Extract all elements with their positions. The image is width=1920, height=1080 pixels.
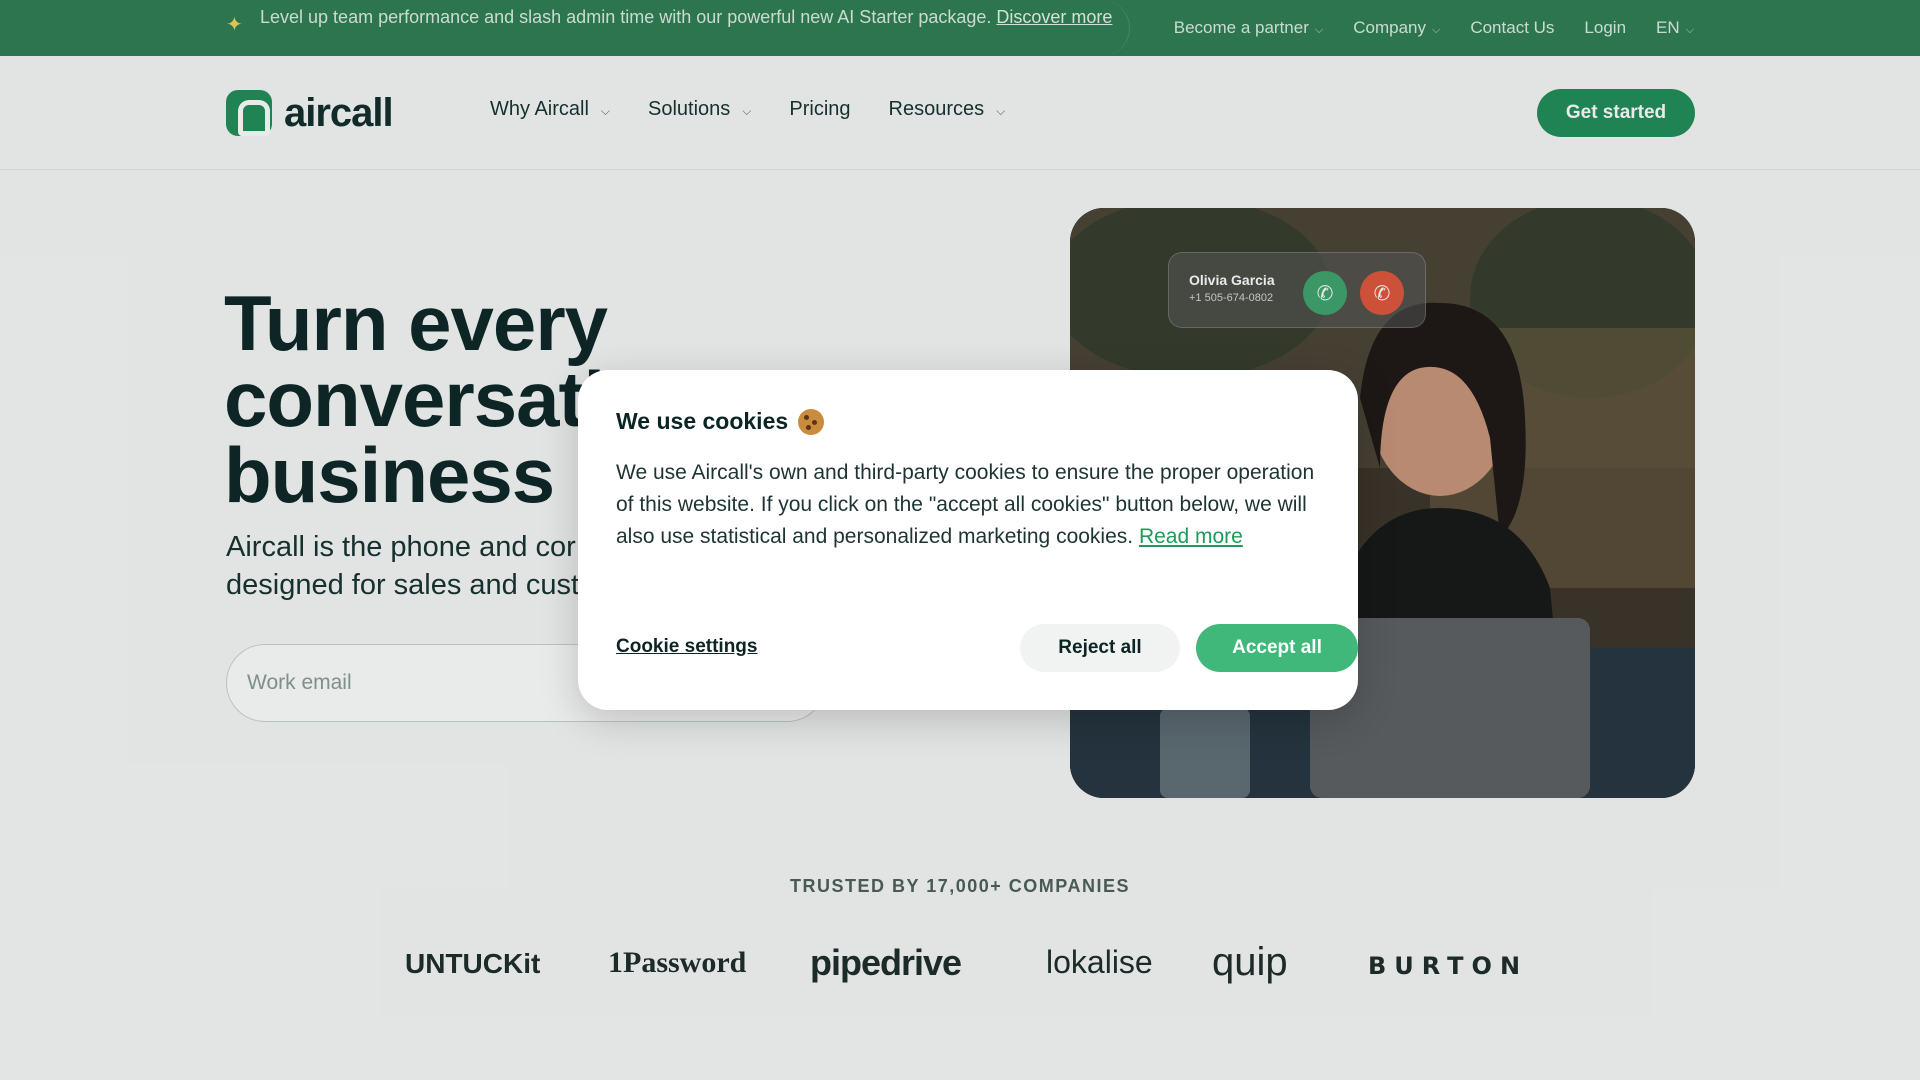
cookie-consent-dialog: We use cookies We use Aircall's own and … (578, 370, 1358, 710)
accept-all-button[interactable]: Accept all (1196, 624, 1358, 672)
cookie-settings-link[interactable]: Cookie settings (616, 636, 757, 658)
cookie-dialog-title-row: We use cookies (616, 408, 1320, 435)
cookie-icon (798, 408, 825, 435)
read-more-link[interactable]: Read more (1139, 525, 1243, 548)
reject-all-button[interactable]: Reject all (1020, 624, 1180, 672)
cookie-dialog-title: We use cookies (616, 408, 789, 434)
cookie-dialog-body: We use Aircall's own and third-party coo… (616, 457, 1316, 553)
cookie-dialog-actions: Cookie settings Reject all Accept all (616, 624, 1358, 672)
